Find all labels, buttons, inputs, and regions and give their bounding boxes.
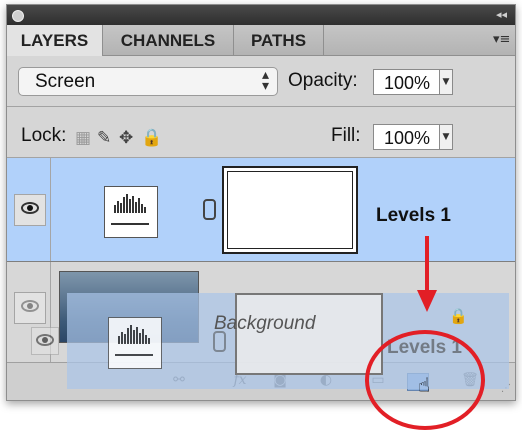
lock-image-brush-icon[interactable]: ✎ <box>97 128 111 148</box>
opacity-dropdown-icon[interactable]: ▼ <box>439 69 453 95</box>
tab-layers[interactable]: LAYERS <box>7 25 103 56</box>
hand-cursor-icon: ☝ <box>418 373 431 397</box>
blend-mode-select[interactable]: Screen ▴ ▾ <box>18 67 278 96</box>
layer-visibility-toggle[interactable] <box>14 194 46 226</box>
histogram-icon <box>118 325 150 344</box>
panel-menu-icon[interactable]: ▾≡ <box>493 32 510 47</box>
layer-mask-thumbnail[interactable] <box>222 166 358 254</box>
chain-link-icon <box>213 331 226 352</box>
divider <box>7 106 515 107</box>
close-icon[interactable] <box>12 10 24 22</box>
lock-label: Lock: <box>21 125 67 146</box>
levels-slider-icon <box>115 354 153 362</box>
lock-icon[interactable]: 🔒 <box>141 128 162 148</box>
drag-ghost-eye-cell <box>31 327 59 355</box>
layer-name[interactable]: Levels 1 <box>376 205 451 227</box>
lock-position-move-icon[interactable]: ✥ <box>119 128 133 148</box>
panel-titlebar: ◂◂ <box>7 5 515 25</box>
collapse-icon[interactable]: ◂◂ <box>496 8 507 21</box>
adjustment-thumbnail[interactable] <box>104 186 158 238</box>
annotation-arrow <box>425 236 429 292</box>
eye-icon <box>36 334 54 346</box>
panel-tabs: LAYERS CHANNELS PATHS ▾≡ <box>7 25 515 56</box>
drag-ghost-adjustment-thumbnail <box>108 317 162 369</box>
lock-icon: 🔒 <box>449 307 468 325</box>
layer-row-levels[interactable]: Levels 1 <box>7 158 515 262</box>
chain-link-icon[interactable] <box>203 199 216 220</box>
eye-icon <box>21 300 39 312</box>
eye-icon <box>21 202 39 214</box>
updown-arrows-icon: ▴ ▾ <box>261 67 269 94</box>
opacity-label: Opacity: <box>288 70 358 91</box>
tab-channels[interactable]: CHANNELS <box>103 25 234 55</box>
levels-slider-icon <box>111 223 149 231</box>
column-divider <box>50 158 51 261</box>
fill-input[interactable]: 100% <box>373 124 441 150</box>
histogram-icon <box>114 194 146 213</box>
blend-mode-value: Screen <box>35 71 96 92</box>
annotation-arrow-head <box>417 290 437 312</box>
background-layer-name[interactable]: Background <box>214 313 315 335</box>
lock-transparent-icon[interactable]: ▦ <box>75 128 91 148</box>
tab-paths[interactable]: PATHS <box>234 25 324 55</box>
layer-visibility-toggle[interactable] <box>14 292 46 324</box>
opacity-input[interactable]: 100% <box>373 69 441 95</box>
fill-label: Fill: <box>331 125 361 146</box>
fill-dropdown-icon[interactable]: ▼ <box>439 124 453 150</box>
